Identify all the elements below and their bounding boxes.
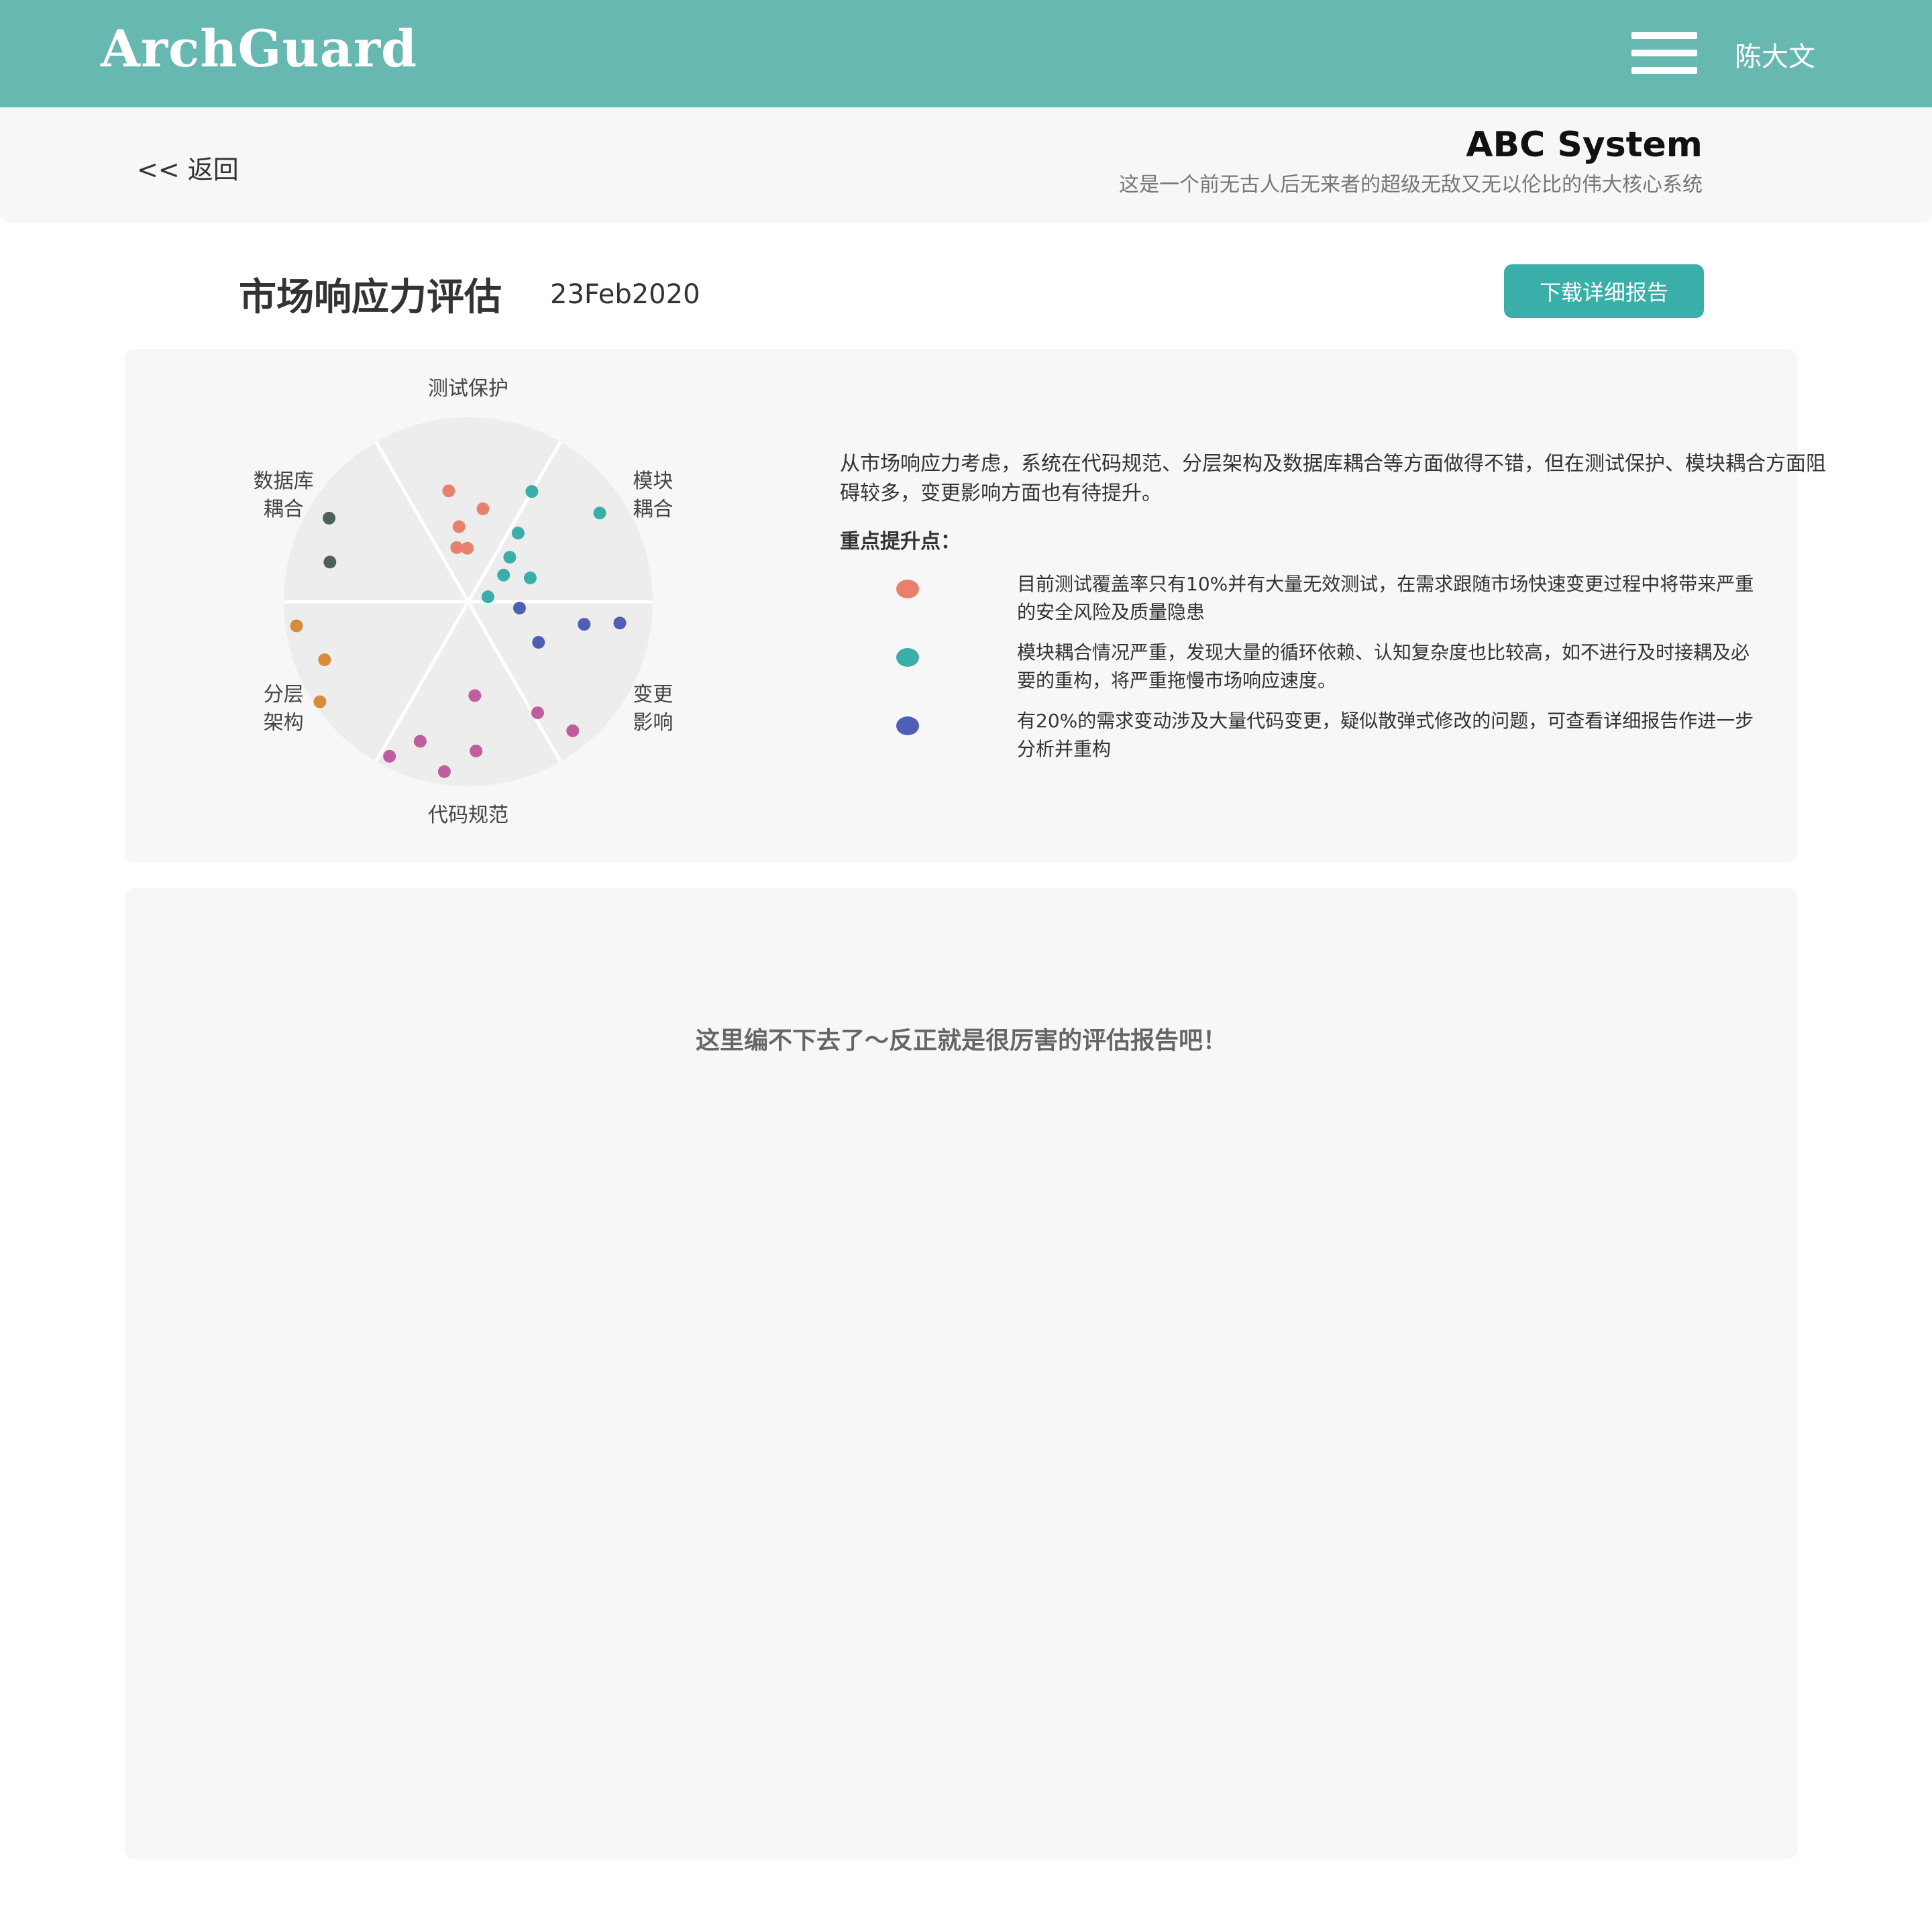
- key-point-item: 有20%的需求变动涉及大量代码变更，疑似散弹式修改的问题，可查看详细报告作进一步…: [840, 707, 1839, 775]
- data-point: [593, 506, 606, 520]
- data-point: [442, 484, 455, 498]
- data-point: [290, 619, 303, 633]
- download-report-button[interactable]: 下载详细报告: [1504, 264, 1704, 318]
- data-point: [513, 601, 526, 614]
- detailed-report-card: 这里编不下去了～反正就是很厉害的评估报告吧！: [125, 888, 1798, 1860]
- data-point: [323, 511, 336, 525]
- data-point: [503, 551, 517, 564]
- sector-label: 测试保护: [428, 377, 508, 400]
- back-link[interactable]: << 返回: [137, 149, 239, 186]
- key-point-text: 有20%的需求变动涉及大量代码变更，疑似散弹式修改的问题，可查看详细报告作进一步…: [1017, 710, 1754, 760]
- hamburger-menu-icon[interactable]: [1631, 31, 1697, 75]
- data-point: [470, 744, 483, 757]
- assessment-summary: 从市场响应力考虑，系统在代码规范、分层架构及数据库耦合等方面做得不错，但在测试保…: [840, 452, 1826, 505]
- legend-dot-icon: [896, 648, 919, 667]
- data-point: [481, 590, 494, 604]
- legend-dot-icon: [896, 580, 919, 598]
- sector-label: 变更影响: [633, 683, 673, 735]
- data-point: [531, 706, 544, 720]
- data-point: [525, 485, 539, 498]
- menu-line: [1631, 67, 1697, 74]
- key-point-item: 目前测试覆盖率只有10%并有大量无效测试，在需求跟随市场快速变更过程中将带来严重…: [840, 570, 1839, 639]
- data-point: [318, 653, 331, 667]
- data-point: [468, 689, 482, 702]
- data-point: [452, 520, 466, 533]
- data-point: [323, 555, 337, 569]
- key-point-text: 目前测试覆盖率只有10%并有大量无效测试，在需求跟随市场快速变更过程中将带来严重…: [1017, 573, 1754, 623]
- system-title: ABC System: [1466, 125, 1703, 165]
- menu-line: [1631, 32, 1697, 39]
- data-point: [613, 616, 627, 630]
- data-point: [523, 572, 537, 585]
- menu-line: [1631, 50, 1697, 56]
- data-point: [383, 749, 396, 763]
- report-date: 23Feb2020: [550, 279, 700, 310]
- data-point: [413, 735, 427, 748]
- key-point-text: 模块耦合情况严重，发现大量的循环依赖、认知复杂度也比较高，如不进行及时接耦及必要…: [1017, 641, 1750, 692]
- assessment-chart-card: 测试保护模块耦合变更影响代码规范 分层架构 数据库耦合 从市场响应力考虑，系统在代码…: [125, 349, 1826, 863]
- data-point: [578, 618, 591, 631]
- data-point: [461, 541, 474, 555]
- report-placeholder-text: 这里编不下去了～反正就是很厉害的评估报告吧！: [695, 1027, 1227, 1055]
- sector-label: 数据库耦合: [254, 470, 314, 521]
- key-points-title: 重点提升点：: [840, 530, 961, 553]
- system-info-bar: << 返回 ABC System 这是一个前无古人后无来者的超级无敌又无以伦比的…: [0, 107, 1932, 223]
- sector-label: 代码规范: [428, 804, 508, 827]
- radial-scatter-chart: 测试保护模块耦合变更影响代码规范 分层架构 数据库耦合: [254, 377, 674, 827]
- app-logo[interactable]: ArchGuard: [101, 19, 417, 78]
- page-title: 市场响应力评估: [239, 276, 502, 319]
- sector-label: 模块耦合: [633, 470, 673, 521]
- key-points-list: 目前测试覆盖率只有10%并有大量无效测试，在需求跟随市场快速变更过程中将带来严重…: [840, 570, 1839, 775]
- data-point: [532, 636, 545, 649]
- data-point: [476, 502, 490, 515]
- top-navigation-bar: ArchGuard 陈大文: [0, 0, 1932, 107]
- user-name[interactable]: 陈大文: [1735, 35, 1815, 74]
- system-description: 这是一个前无古人后无来者的超级无敌又无以伦比的伟大核心系统: [1119, 173, 1703, 197]
- key-point-item: 模块耦合情况严重，发现大量的循环依赖、认知复杂度也比较高，如不进行及时接耦及必要…: [840, 639, 1839, 707]
- data-point: [313, 695, 327, 708]
- data-point: [437, 765, 451, 778]
- data-point: [497, 568, 511, 582]
- legend-dot-icon: [896, 716, 919, 735]
- data-point: [511, 527, 525, 540]
- data-point: [566, 724, 580, 737]
- sector-label: 分层架构: [264, 683, 304, 735]
